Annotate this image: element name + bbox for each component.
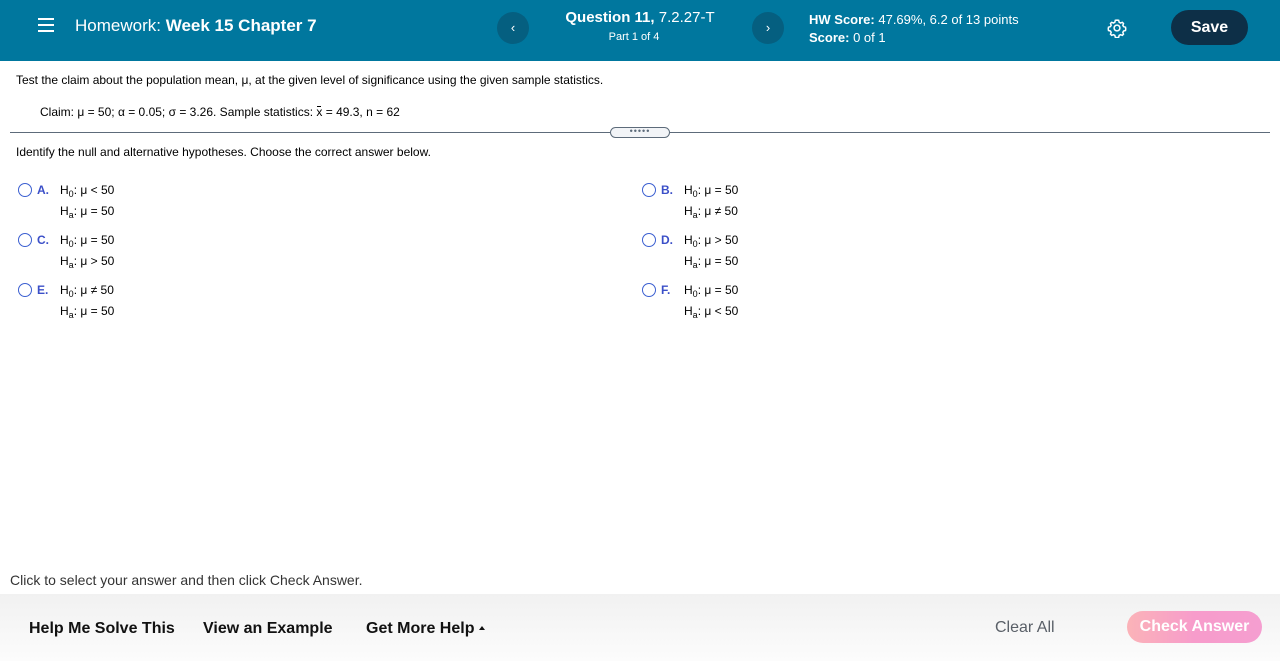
radio-button[interactable] bbox=[18, 233, 32, 247]
claim-sample-values: = 49.3, n = 62 bbox=[322, 105, 400, 119]
help-me-solve-button[interactable]: Help Me Solve This bbox=[29, 620, 175, 638]
null-hypothesis: H0: μ > 50 bbox=[684, 233, 739, 249]
question-title: Question 11, 7.2.27-T bbox=[530, 9, 750, 26]
null-hypothesis: H0: μ = 50 bbox=[60, 233, 115, 249]
option-letter: A. bbox=[37, 183, 49, 197]
claim-statement: Claim: μ = 50; α = 0.05; σ = 3.26. Sampl… bbox=[40, 105, 400, 119]
clear-all-button[interactable]: Clear All bbox=[995, 619, 1055, 637]
check-answer-button[interactable]: Check Answer bbox=[1127, 611, 1262, 643]
get-more-help-button[interactable]: Get More Help bbox=[366, 620, 486, 638]
question-score: Score: 0 of 1 bbox=[809, 29, 1019, 47]
answer-option[interactable]: C. H0: μ = 50 Ha: μ > 50 bbox=[18, 230, 318, 272]
homework-name: Week 15 Chapter 7 bbox=[165, 16, 317, 35]
footer-instruction: Click to select your answer and then cli… bbox=[10, 572, 363, 588]
radio-button[interactable] bbox=[18, 283, 32, 297]
view-example-button[interactable]: View an Example bbox=[203, 620, 333, 638]
footer-bar: Help Me Solve This View an Example Get M… bbox=[0, 594, 1280, 661]
question-instruction: Identify the null and alternative hypoth… bbox=[16, 145, 431, 159]
answer-option[interactable]: F. H0: μ = 50 Ha: μ < 50 bbox=[642, 280, 942, 322]
null-hypothesis: H0: μ = 50 bbox=[684, 283, 739, 299]
option-letter: B. bbox=[661, 183, 673, 197]
radio-button[interactable] bbox=[18, 183, 32, 197]
null-hypothesis: H0: μ < 50 bbox=[60, 183, 115, 199]
option-letter: F. bbox=[661, 283, 671, 297]
homework-title: Homework: Week 15 Chapter 7 bbox=[75, 16, 317, 36]
hw-score-value: 47.69%, 6.2 of 13 points bbox=[878, 12, 1019, 27]
alternative-hypothesis: Ha: μ ≠ 50 bbox=[684, 204, 738, 220]
answer-option[interactable]: E. H0: μ ≠ 50 Ha: μ = 50 bbox=[18, 280, 318, 322]
score-value: 0 of 1 bbox=[853, 30, 886, 45]
radio-button[interactable] bbox=[642, 283, 656, 297]
alternative-hypothesis: Ha: μ = 50 bbox=[684, 254, 739, 270]
score-label: Score: bbox=[809, 30, 850, 45]
answer-option[interactable]: B. H0: μ = 50 Ha: μ ≠ 50 bbox=[642, 180, 942, 222]
caret-up-icon bbox=[479, 626, 486, 630]
answer-option[interactable]: D. H0: μ > 50 Ha: μ = 50 bbox=[642, 230, 942, 272]
hw-score-label: HW Score: bbox=[809, 12, 875, 27]
option-letter: E. bbox=[37, 283, 49, 297]
hw-score: HW Score: 47.69%, 6.2 of 13 points bbox=[809, 11, 1019, 29]
alternative-hypothesis: Ha: μ < 50 bbox=[684, 304, 739, 320]
null-hypothesis: H0: μ = 50 bbox=[684, 183, 739, 199]
question-part: Part 1 of 4 bbox=[608, 31, 660, 43]
radio-button[interactable] bbox=[642, 183, 656, 197]
chevron-left-icon: ‹ bbox=[510, 20, 516, 35]
claim-text: Claim: μ = 50; α = 0.05; σ = 3.26. Sampl… bbox=[40, 105, 317, 119]
option-letter: D. bbox=[661, 233, 673, 247]
hamburger-menu-icon[interactable] bbox=[38, 18, 54, 32]
top-header: Homework: Week 15 Chapter 7 ‹ Question 1… bbox=[0, 0, 1280, 61]
question-label: Question 11, bbox=[565, 9, 655, 26]
save-button[interactable]: Save bbox=[1171, 10, 1248, 45]
previous-question-button[interactable]: ‹ bbox=[497, 12, 529, 44]
chevron-right-icon: › bbox=[765, 20, 771, 35]
homework-prefix: Homework: bbox=[75, 16, 161, 35]
expand-toggle-button[interactable]: ••••• bbox=[610, 127, 670, 138]
alternative-hypothesis: Ha: μ = 50 bbox=[60, 304, 115, 320]
question-prompt: Test the claim about the population mean… bbox=[16, 73, 604, 87]
score-panel: HW Score: 47.69%, 6.2 of 13 points Score… bbox=[809, 11, 1019, 47]
x-bar-symbol: x bbox=[316, 105, 323, 119]
alternative-hypothesis: Ha: μ > 50 bbox=[60, 254, 115, 270]
answer-option[interactable]: A. H0: μ < 50 Ha: μ = 50 bbox=[18, 180, 318, 222]
next-question-button[interactable]: › bbox=[752, 12, 784, 44]
question-id: 7.2.27-T bbox=[658, 9, 715, 26]
radio-button[interactable] bbox=[642, 233, 656, 247]
option-letter: C. bbox=[37, 233, 49, 247]
get-more-help-label: Get More Help bbox=[366, 620, 475, 637]
alternative-hypothesis: Ha: μ = 50 bbox=[60, 204, 115, 220]
gear-icon[interactable] bbox=[1107, 18, 1127, 39]
null-hypothesis: H0: μ ≠ 50 bbox=[60, 283, 114, 299]
